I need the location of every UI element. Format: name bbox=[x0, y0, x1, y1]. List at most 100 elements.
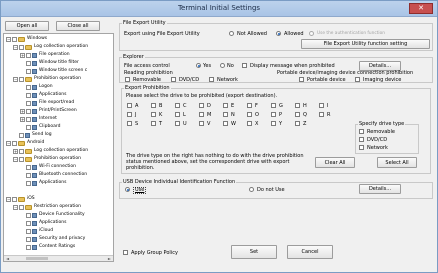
tree-item[interactable]: Security and privacy bbox=[20, 236, 85, 242]
usb-use-radio[interactable] bbox=[125, 187, 130, 192]
tree-checkbox[interactable] bbox=[19, 76, 24, 82]
clear-all-button[interactable]: Clear All bbox=[315, 157, 355, 168]
drive-checkbox[interactable] bbox=[199, 112, 204, 117]
drive-checkbox[interactable] bbox=[295, 121, 300, 126]
read-removable-checkbox[interactable] bbox=[125, 77, 130, 82]
tree-checkbox[interactable] bbox=[19, 204, 24, 210]
type-dvdcd-checkbox[interactable] bbox=[359, 137, 364, 142]
drive-checkbox[interactable] bbox=[151, 121, 156, 126]
apply-group-policy-checkbox[interactable] bbox=[123, 250, 128, 255]
tree-item[interactable]: iCloud bbox=[20, 228, 53, 234]
tree-checkbox[interactable] bbox=[26, 228, 31, 234]
display-message-checkbox[interactable] bbox=[242, 63, 247, 68]
tree-checkbox[interactable] bbox=[26, 60, 31, 66]
drive-checkbox[interactable] bbox=[319, 103, 324, 108]
tree-item[interactable]: Window title filter bbox=[20, 60, 79, 66]
drive-checkbox[interactable] bbox=[223, 121, 228, 126]
collapse-icon[interactable]: − bbox=[13, 76, 18, 82]
tree-checkbox[interactable] bbox=[26, 220, 31, 226]
collapse-icon[interactable]: − bbox=[6, 36, 11, 42]
drive-checkbox[interactable] bbox=[223, 103, 228, 108]
tree-checkbox[interactable] bbox=[26, 164, 31, 170]
drive-checkbox[interactable] bbox=[271, 112, 276, 117]
drive-checkbox[interactable] bbox=[295, 103, 300, 108]
read-network-checkbox[interactable] bbox=[209, 77, 214, 82]
drive-checkbox[interactable] bbox=[247, 103, 252, 108]
tree-item[interactable]: + Internet bbox=[20, 116, 57, 122]
tree-checkbox[interactable] bbox=[26, 100, 31, 106]
select-all-button[interactable]: Select All bbox=[377, 157, 417, 168]
tree-checkbox[interactable] bbox=[19, 132, 24, 138]
portable-device-checkbox[interactable] bbox=[299, 77, 304, 82]
tree-checkbox[interactable] bbox=[19, 44, 24, 50]
file-export-setting-button[interactable]: File Export Utility function setting bbox=[301, 39, 430, 49]
open-all-button[interactable]: Open all bbox=[5, 21, 49, 31]
expand-icon[interactable]: + bbox=[13, 148, 18, 154]
tree-horizontal-scrollbar[interactable]: ◄ ► bbox=[4, 255, 113, 261]
tree-checkbox[interactable] bbox=[12, 36, 17, 42]
tree-item[interactable]: Applications bbox=[20, 180, 67, 186]
close-all-button[interactable]: Close all bbox=[56, 21, 100, 31]
tree-item[interactable]: − Android bbox=[6, 140, 44, 146]
file-access-no-radio[interactable] bbox=[220, 63, 225, 68]
expand-icon[interactable]: + bbox=[20, 52, 25, 58]
allowed-radio[interactable] bbox=[276, 31, 281, 36]
expand-icon[interactable]: + bbox=[20, 116, 25, 122]
close-icon[interactable]: ✕ bbox=[409, 3, 433, 14]
scroll-left-icon[interactable]: ◄ bbox=[6, 256, 9, 261]
tree-item[interactable]: Content Ratings bbox=[20, 244, 75, 250]
tree-item[interactable]: Window title screen c bbox=[20, 68, 87, 74]
drive-checkbox[interactable] bbox=[127, 103, 132, 108]
settings-tree[interactable]: ◄ ► − Windows − Log collection operation + Fi… bbox=[3, 33, 114, 262]
tree-checkbox[interactable] bbox=[26, 84, 31, 90]
drive-checkbox[interactable] bbox=[175, 112, 180, 117]
tree-item[interactable]: + Print/PrintScreen bbox=[20, 108, 77, 114]
tree-item[interactable]: − Restriction operation bbox=[13, 204, 81, 210]
tree-item[interactable]: Applications bbox=[20, 92, 67, 98]
tree-checkbox[interactable] bbox=[26, 124, 31, 130]
tree-checkbox[interactable] bbox=[19, 156, 24, 162]
tree-item[interactable]: Bluetooth connection bbox=[20, 172, 87, 178]
drive-checkbox[interactable] bbox=[175, 121, 180, 126]
type-removable-checkbox[interactable] bbox=[359, 129, 364, 134]
tree-checkbox[interactable] bbox=[26, 68, 31, 74]
collapse-icon[interactable]: − bbox=[6, 196, 11, 202]
drive-checkbox[interactable] bbox=[151, 103, 156, 108]
drive-checkbox[interactable] bbox=[127, 112, 132, 117]
use-authentication-radio[interactable] bbox=[309, 31, 314, 36]
tree-item[interactable]: − Windows bbox=[6, 36, 47, 42]
tree-item[interactable]: Clipboard bbox=[20, 124, 61, 130]
drive-checkbox[interactable] bbox=[127, 121, 132, 126]
drive-checkbox[interactable] bbox=[247, 121, 252, 126]
file-access-yes-radio[interactable] bbox=[196, 63, 201, 68]
tree-item[interactable]: + Log collection operation bbox=[13, 148, 88, 154]
scroll-right-icon[interactable]: ► bbox=[108, 256, 111, 261]
tree-item[interactable]: File export/read bbox=[20, 100, 74, 106]
imaging-device-checkbox[interactable] bbox=[355, 77, 360, 82]
tree-item[interactable]: − Log collection operation bbox=[13, 44, 88, 50]
tree-item[interactable]: − iOS bbox=[6, 196, 35, 202]
drive-checkbox[interactable] bbox=[199, 121, 204, 126]
tree-checkbox[interactable] bbox=[26, 244, 31, 250]
tree-item[interactable]: Wi-Fi connection bbox=[20, 164, 76, 170]
tree-item[interactable]: Device Functionality bbox=[20, 212, 85, 218]
tree-item[interactable]: − Prohibition operation bbox=[13, 156, 81, 162]
tree-checkbox[interactable] bbox=[26, 92, 31, 98]
tree-item[interactable]: Send log bbox=[13, 132, 52, 138]
tree-item[interactable]: Applications bbox=[20, 220, 67, 226]
tree-checkbox[interactable] bbox=[12, 140, 17, 146]
type-network-checkbox[interactable] bbox=[359, 145, 364, 150]
read-dvdcd-checkbox[interactable] bbox=[171, 77, 176, 82]
cancel-button[interactable]: Cancel bbox=[287, 245, 333, 259]
set-button[interactable]: Set bbox=[231, 245, 277, 259]
scrollbar-thumb[interactable] bbox=[26, 257, 48, 260]
collapse-icon[interactable]: − bbox=[13, 156, 18, 162]
collapse-icon[interactable]: − bbox=[13, 204, 18, 210]
drive-checkbox[interactable] bbox=[199, 103, 204, 108]
tree-item[interactable]: − Prohibition operation bbox=[13, 76, 81, 82]
collapse-icon[interactable]: − bbox=[13, 44, 18, 50]
collapse-icon[interactable]: − bbox=[6, 140, 11, 146]
title-bar[interactable]: Terminal Initial Settings ✕ bbox=[1, 1, 437, 17]
tree-checkbox[interactable] bbox=[26, 172, 31, 178]
usb-details-button[interactable]: Details... bbox=[359, 184, 401, 194]
